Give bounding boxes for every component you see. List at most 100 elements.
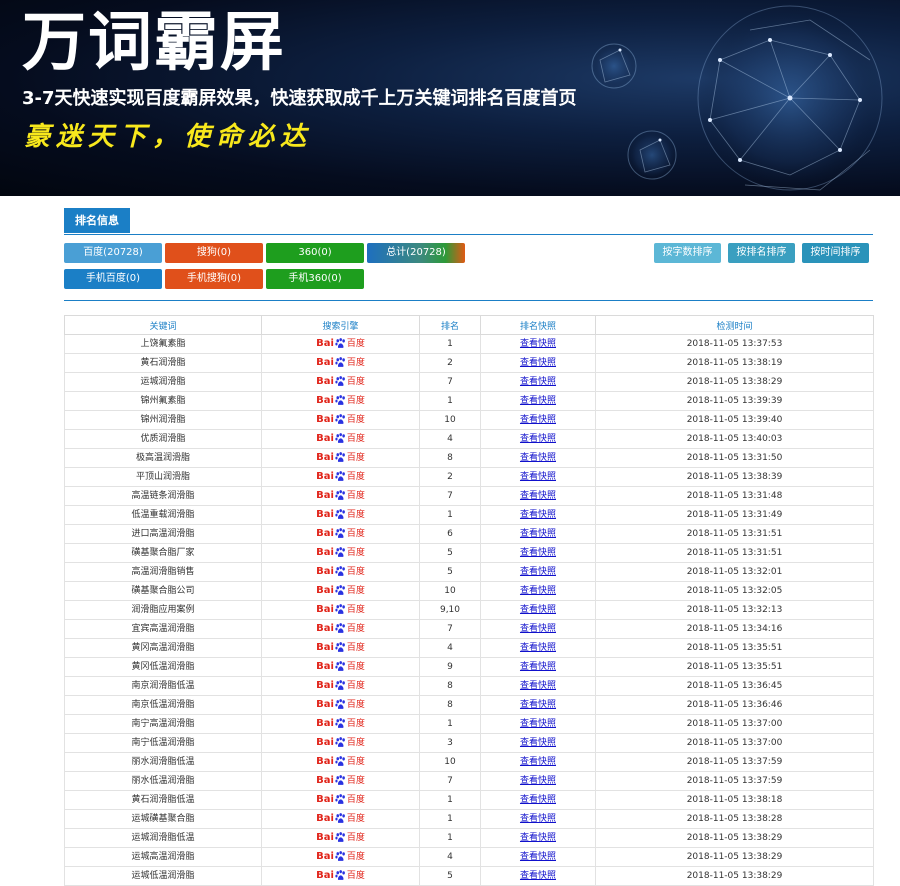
baidu-logo-right: 百度 (346, 737, 365, 748)
view-snapshot-link[interactable]: 查看快照 (520, 377, 556, 387)
table-row: 极高温润滑脂 Bai 百度 8 查看快照 2018-11-05 13:31:50 (64, 448, 874, 468)
baidu-logo-right: 百度 (346, 585, 365, 596)
baidu-logo: Bai 百度 (316, 375, 365, 389)
filter-total-button[interactable]: 总计(20728) (367, 243, 465, 263)
baidu-logo: Bai 百度 (316, 584, 365, 598)
time-cell: 2018-11-05 13:39:40 (595, 410, 874, 430)
filter-mobile-360-button[interactable]: 手机360(0) (266, 269, 364, 289)
rank-cell: 1 (419, 809, 481, 829)
view-snapshot-link[interactable]: 查看快照 (520, 472, 556, 482)
view-snapshot-link[interactable]: 查看快照 (520, 738, 556, 748)
engine-cell: Bai 百度 (261, 600, 420, 620)
baidu-logo: Bai 百度 (316, 812, 365, 826)
filter-sogou-button[interactable]: 搜狗(0) (165, 243, 263, 263)
snapshot-cell: 查看快照 (480, 847, 596, 867)
view-snapshot-link[interactable]: 查看快照 (520, 453, 556, 463)
rank-cell: 5 (419, 562, 481, 582)
keyword-cell: 锦州氟素脂 (64, 391, 262, 411)
time-cell: 2018-11-05 13:36:45 (595, 676, 874, 696)
view-snapshot-link[interactable]: 查看快照 (520, 415, 556, 425)
baidu-paw-icon (335, 775, 345, 785)
baidu-logo: Bai 百度 (316, 831, 365, 845)
time-cell: 2018-11-05 13:40:03 (595, 429, 874, 449)
engine-cell: Bai 百度 (261, 809, 420, 829)
snapshot-cell: 查看快照 (480, 714, 596, 734)
engine-cell: Bai 百度 (261, 467, 420, 487)
baidu-paw-icon (335, 661, 345, 671)
filter-mobile-sogou-button[interactable]: 手机搜狗(0) (165, 269, 263, 289)
baidu-logo: Bai 百度 (316, 774, 365, 788)
filter-mobile-baidu-button[interactable]: 手机百度(0) (64, 269, 162, 289)
view-snapshot-link[interactable]: 查看快照 (520, 358, 556, 368)
view-snapshot-link[interactable]: 查看快照 (520, 871, 556, 881)
tab-ranking-info[interactable]: 排名信息 (64, 208, 130, 233)
snapshot-cell: 查看快照 (480, 562, 596, 582)
baidu-paw-icon (335, 452, 345, 462)
baidu-logo: Bai 百度 (316, 869, 365, 883)
baidu-logo: Bai 百度 (316, 432, 365, 446)
baidu-logo-left: Bai (316, 736, 334, 748)
view-snapshot-link[interactable]: 查看快照 (520, 548, 556, 558)
baidu-logo: Bai 百度 (316, 622, 365, 636)
engine-cell: Bai 百度 (261, 334, 420, 354)
view-snapshot-link[interactable]: 查看快照 (520, 605, 556, 615)
engine-cell: Bai 百度 (261, 410, 420, 430)
baidu-logo: Bai 百度 (316, 717, 365, 731)
snapshot-cell: 查看快照 (480, 752, 596, 772)
baidu-logo-left: Bai (316, 413, 334, 425)
baidu-paw-icon (335, 832, 345, 842)
table-row: 宜宾高温润滑脂 Bai 百度 7 查看快照 2018-11-05 13:34:1… (64, 619, 874, 639)
baidu-logo-right: 百度 (346, 490, 365, 501)
baidu-logo-left: Bai (316, 603, 334, 615)
sort-by-time-button[interactable]: 按时间排序 (802, 243, 869, 263)
engine-cell: Bai 百度 (261, 695, 420, 715)
baidu-paw-icon (335, 490, 345, 500)
table-row: 运城磺基聚合脂 Bai 百度 1 查看快照 2018-11-05 13:38:2… (64, 809, 874, 829)
rank-cell: 1 (419, 714, 481, 734)
view-snapshot-link[interactable]: 查看快照 (520, 491, 556, 501)
baidu-logo-left: Bai (316, 375, 334, 387)
snapshot-cell: 查看快照 (480, 676, 596, 696)
view-snapshot-link[interactable]: 查看快照 (520, 852, 556, 862)
view-snapshot-link[interactable]: 查看快照 (520, 700, 556, 710)
view-snapshot-link[interactable]: 查看快照 (520, 510, 556, 520)
view-snapshot-link[interactable]: 查看快照 (520, 434, 556, 444)
snapshot-cell: 查看快照 (480, 619, 596, 639)
view-snapshot-link[interactable]: 查看快照 (520, 833, 556, 843)
view-snapshot-link[interactable]: 查看快照 (520, 662, 556, 672)
view-snapshot-link[interactable]: 查看快照 (520, 529, 556, 539)
engine-cell: Bai 百度 (261, 524, 420, 544)
table-row: 高温润滑脂销售 Bai 百度 5 查看快照 2018-11-05 13:32:0… (64, 562, 874, 582)
view-snapshot-link[interactable]: 查看快照 (520, 624, 556, 634)
snapshot-cell: 查看快照 (480, 790, 596, 810)
baidu-logo-left: Bai (316, 337, 334, 349)
view-snapshot-link[interactable]: 查看快照 (520, 339, 556, 349)
keyword-cell: 运城润滑脂 (64, 372, 262, 392)
rank-cell: 7 (419, 486, 481, 506)
view-snapshot-link[interactable]: 查看快照 (520, 757, 556, 767)
time-cell: 2018-11-05 13:37:00 (595, 733, 874, 753)
view-snapshot-link[interactable]: 查看快照 (520, 586, 556, 596)
baidu-paw-icon (335, 699, 345, 709)
sort-by-rank-button[interactable]: 按排名排序 (728, 243, 795, 263)
view-snapshot-link[interactable]: 查看快照 (520, 795, 556, 805)
keyword-cell: 高温润滑脂销售 (64, 562, 262, 582)
filter-360-button[interactable]: 360(0) (266, 243, 364, 263)
baidu-logo-left: Bai (316, 508, 334, 520)
filter-baidu-button[interactable]: 百度(20728) (64, 243, 162, 263)
baidu-paw-icon (335, 680, 345, 690)
baidu-paw-icon (335, 509, 345, 519)
view-snapshot-link[interactable]: 查看快照 (520, 643, 556, 653)
sort-by-chars-button[interactable]: 按字数排序 (654, 243, 721, 263)
view-snapshot-link[interactable]: 查看快照 (520, 776, 556, 786)
baidu-logo-right: 百度 (346, 775, 365, 786)
view-snapshot-link[interactable]: 查看快照 (520, 567, 556, 577)
view-snapshot-link[interactable]: 查看快照 (520, 396, 556, 406)
keyword-cell: 丽水润滑脂低温 (64, 752, 262, 772)
view-snapshot-link[interactable]: 查看快照 (520, 814, 556, 824)
view-snapshot-link[interactable]: 查看快照 (520, 681, 556, 691)
filter-row-2: 手机百度(0) 手机搜狗(0) 手机360(0) (64, 269, 873, 295)
view-snapshot-link[interactable]: 查看快照 (520, 719, 556, 729)
time-cell: 2018-11-05 13:39:39 (595, 391, 874, 411)
engine-cell: Bai 百度 (261, 486, 420, 506)
